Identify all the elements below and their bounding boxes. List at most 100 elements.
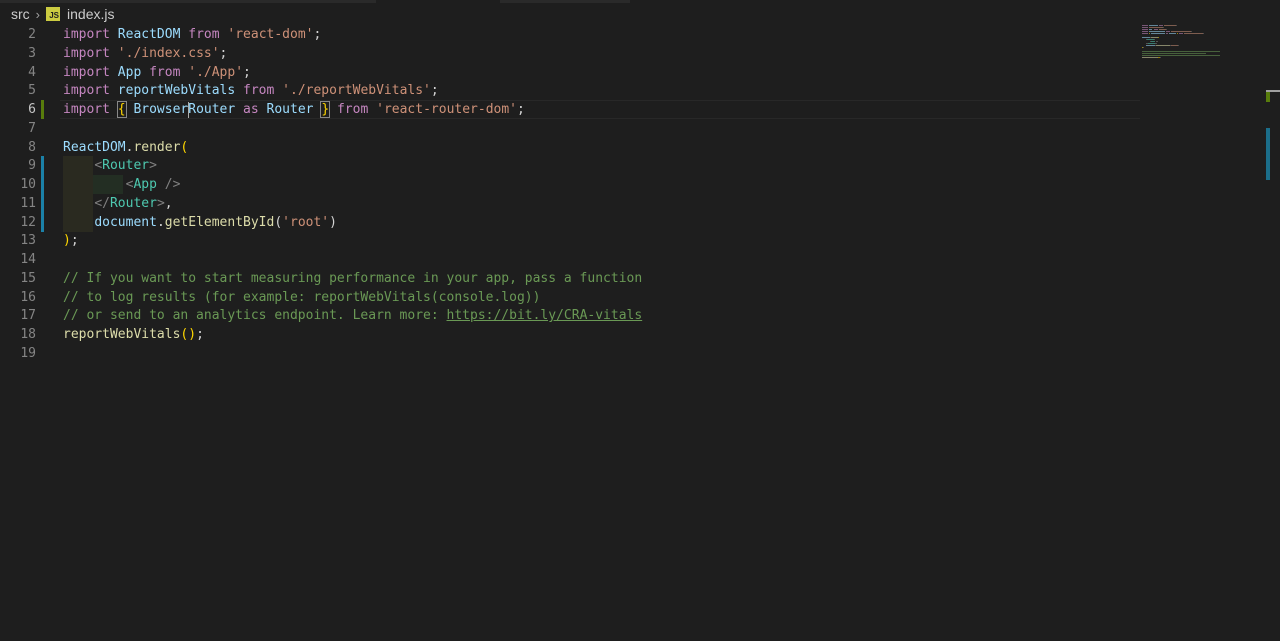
code-token: ) xyxy=(329,214,337,230)
code-token: document xyxy=(94,214,157,230)
code-line[interactable]: 15 // If you want to start measuring perf… xyxy=(0,269,1145,288)
minimap-line xyxy=(1178,33,1183,34)
code-text: // If you want to start measuring perfor… xyxy=(63,269,642,288)
code-text: <App /> xyxy=(63,175,181,194)
minimap-line xyxy=(1169,33,1176,34)
minimap-line xyxy=(1158,29,1167,30)
code-token: ; xyxy=(517,102,525,117)
line-number: 15 xyxy=(20,270,36,286)
code-token: () xyxy=(180,327,197,342)
code-line[interactable]: 9 <Router> xyxy=(0,156,1145,176)
code-editor[interactable]: 2 import ReactDOM from 'react-dom'; 3 impor… xyxy=(0,25,1145,641)
code-token: Router xyxy=(188,102,236,117)
line-number: 2 xyxy=(28,27,36,42)
breadcrumb-file[interactable]: index.js xyxy=(67,6,114,22)
git-change-indicator[interactable] xyxy=(41,212,44,232)
minimap-line xyxy=(1143,47,1145,48)
git-change-indicator[interactable] xyxy=(41,100,44,119)
code-line[interactable]: 18 reportWebVitals(); xyxy=(0,325,1145,344)
code-text: // or send to an analytics endpoint. Lea… xyxy=(63,306,642,325)
code-token: Browser xyxy=(133,102,189,117)
code-token: Router xyxy=(102,158,150,174)
code-line[interactable]: 17 // or send to an analytics endpoint. L… xyxy=(0,306,1145,325)
javascript-file-icon: JS xyxy=(46,7,61,21)
code-token: Router xyxy=(266,102,314,117)
code-line[interactable]: 12 document.getElementById('root') xyxy=(0,212,1145,232)
code-token: from xyxy=(149,64,181,80)
code-token: render xyxy=(133,139,181,155)
code-line[interactable]: 6 import { BrowserRouter as Router } from… xyxy=(0,100,1145,119)
minimap-line xyxy=(1166,31,1171,32)
code-token: import xyxy=(63,102,110,117)
minimap-line xyxy=(1158,25,1163,26)
code-line[interactable]: 14 xyxy=(0,250,1145,269)
code-token: from xyxy=(188,27,220,42)
code-line[interactable]: 4 import App from './App'; xyxy=(0,63,1145,82)
code-line[interactable]: 13); xyxy=(0,231,1145,250)
git-change-indicator[interactable] xyxy=(41,175,44,194)
code-line[interactable]: 8 ReactDOM.render( xyxy=(0,138,1145,157)
code-text: import './index.css'; xyxy=(63,44,227,63)
code-line[interactable]: 2 import ReactDOM from 'react-dom'; xyxy=(0,25,1145,44)
code-line[interactable]: 5 import reportWebVitals from './reportWe… xyxy=(0,81,1145,100)
code-token: > xyxy=(156,195,165,211)
code-line[interactable]: 7 xyxy=(0,119,1145,138)
breadcrumb-folder[interactable]: src xyxy=(11,6,30,22)
minimap-line xyxy=(1149,27,1163,28)
code-token: Router xyxy=(109,195,157,211)
line-number: 10 xyxy=(20,177,36,192)
code-text: ReactDOM.render( xyxy=(63,138,188,157)
minimap-line xyxy=(1176,33,1178,34)
code-text: reportWebVitals(); xyxy=(63,325,204,344)
code-token: ; xyxy=(313,27,322,42)
code-token: from xyxy=(336,102,369,117)
code-line[interactable]: 16 // to log results (for example: report… xyxy=(0,288,1145,307)
code-text: import { BrowserRouter as Router } from … xyxy=(63,100,525,119)
code-token: , xyxy=(164,195,173,211)
code-token: App xyxy=(117,64,142,80)
chevron-right-icon: › xyxy=(35,6,41,22)
minimap-line xyxy=(1149,33,1151,34)
code-line[interactable]: 11 </Router>, xyxy=(0,193,1145,213)
minimap[interactable] xyxy=(1142,25,1264,65)
git-change-indicator[interactable] xyxy=(41,156,44,176)
code-token: ; xyxy=(430,83,439,99)
minimap-line xyxy=(1142,51,1220,52)
code-token: ; xyxy=(219,45,228,61)
code-token: < xyxy=(94,158,103,174)
code-line[interactable]: 3 import './index.css'; xyxy=(0,44,1145,63)
code-token: . xyxy=(156,214,165,230)
code-token: ReactDOM xyxy=(117,27,181,42)
minimap-line xyxy=(1184,33,1203,34)
git-change-indicator[interactable] xyxy=(41,193,44,213)
minimap-line xyxy=(1166,29,1168,30)
code-token: './reportWebVitals' xyxy=(282,83,431,99)
code-line[interactable]: 10 <App /> xyxy=(0,175,1145,194)
line-number: 8 xyxy=(28,139,36,155)
code-token: > xyxy=(149,158,157,174)
code-line[interactable]: 19 xyxy=(0,344,1145,363)
code-token: // If you want to start measuring perfor… xyxy=(63,270,643,286)
code-token: // to log results (for example: reportWe… xyxy=(63,289,541,305)
code-token: ( xyxy=(274,214,283,230)
code-text: import App from './App'; xyxy=(63,63,251,82)
code-token: ; xyxy=(70,233,79,249)
minimap-line xyxy=(1149,31,1166,32)
line-number: 11 xyxy=(20,195,36,211)
code-link[interactable]: https://bit.ly/CRA-vitals xyxy=(447,308,643,323)
code-token: ) xyxy=(63,233,71,249)
